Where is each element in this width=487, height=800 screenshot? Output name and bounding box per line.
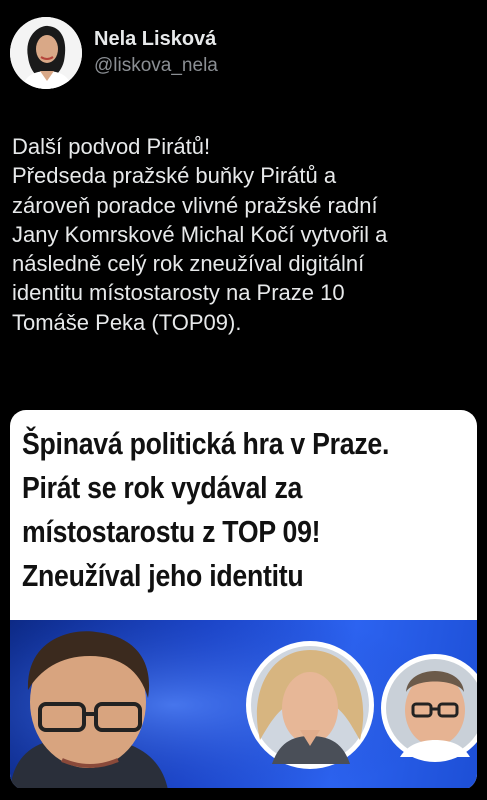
bottom-edge bbox=[0, 788, 487, 800]
tweet-line: Tomáše Peka (TOP09). bbox=[12, 309, 242, 335]
tweet-header: Nela Lisková @liskova_nela bbox=[10, 17, 218, 89]
tweet-line: Další podvod Pirátů! bbox=[12, 134, 211, 159]
tweet-line: následně celý rok zneužíval digitální bbox=[12, 251, 365, 277]
tweet-line: zároveň poradce vlivné pražské radní bbox=[12, 192, 378, 218]
card-headline: Špinavá politická hra v Praze. Pirát se … bbox=[22, 422, 469, 598]
tweet-text: Další podvod Pirátů! Předseda pražské bu… bbox=[12, 132, 480, 337]
tweet-line: identitu místostarosty na Praze 10 bbox=[12, 280, 345, 306]
link-preview-card[interactable]: Špinavá politická hra v Praze. Pirát se … bbox=[10, 410, 477, 790]
avatar-portrait-icon bbox=[10, 17, 82, 89]
author-name[interactable]: Nela Lisková bbox=[94, 27, 218, 51]
author-handle[interactable]: @liskova_nela bbox=[94, 53, 218, 79]
tweet-line: Předseda pražské buňky Pirátů a bbox=[12, 163, 337, 189]
headline-line: Zneužíval jeho identitu bbox=[22, 558, 304, 593]
headline-line: místostarostu z TOP 09! bbox=[22, 514, 321, 549]
portrait-center bbox=[246, 641, 374, 769]
avatar[interactable] bbox=[10, 17, 82, 89]
headline-line: Pirát se rok vydával za bbox=[22, 470, 303, 505]
card-image bbox=[10, 620, 477, 790]
headline-line: Špinavá politická hra v Praze. bbox=[22, 426, 390, 461]
portraits-image bbox=[10, 620, 477, 790]
tweet-line: Jany Komrskové Michal Kočí vytvořil a bbox=[12, 221, 388, 247]
